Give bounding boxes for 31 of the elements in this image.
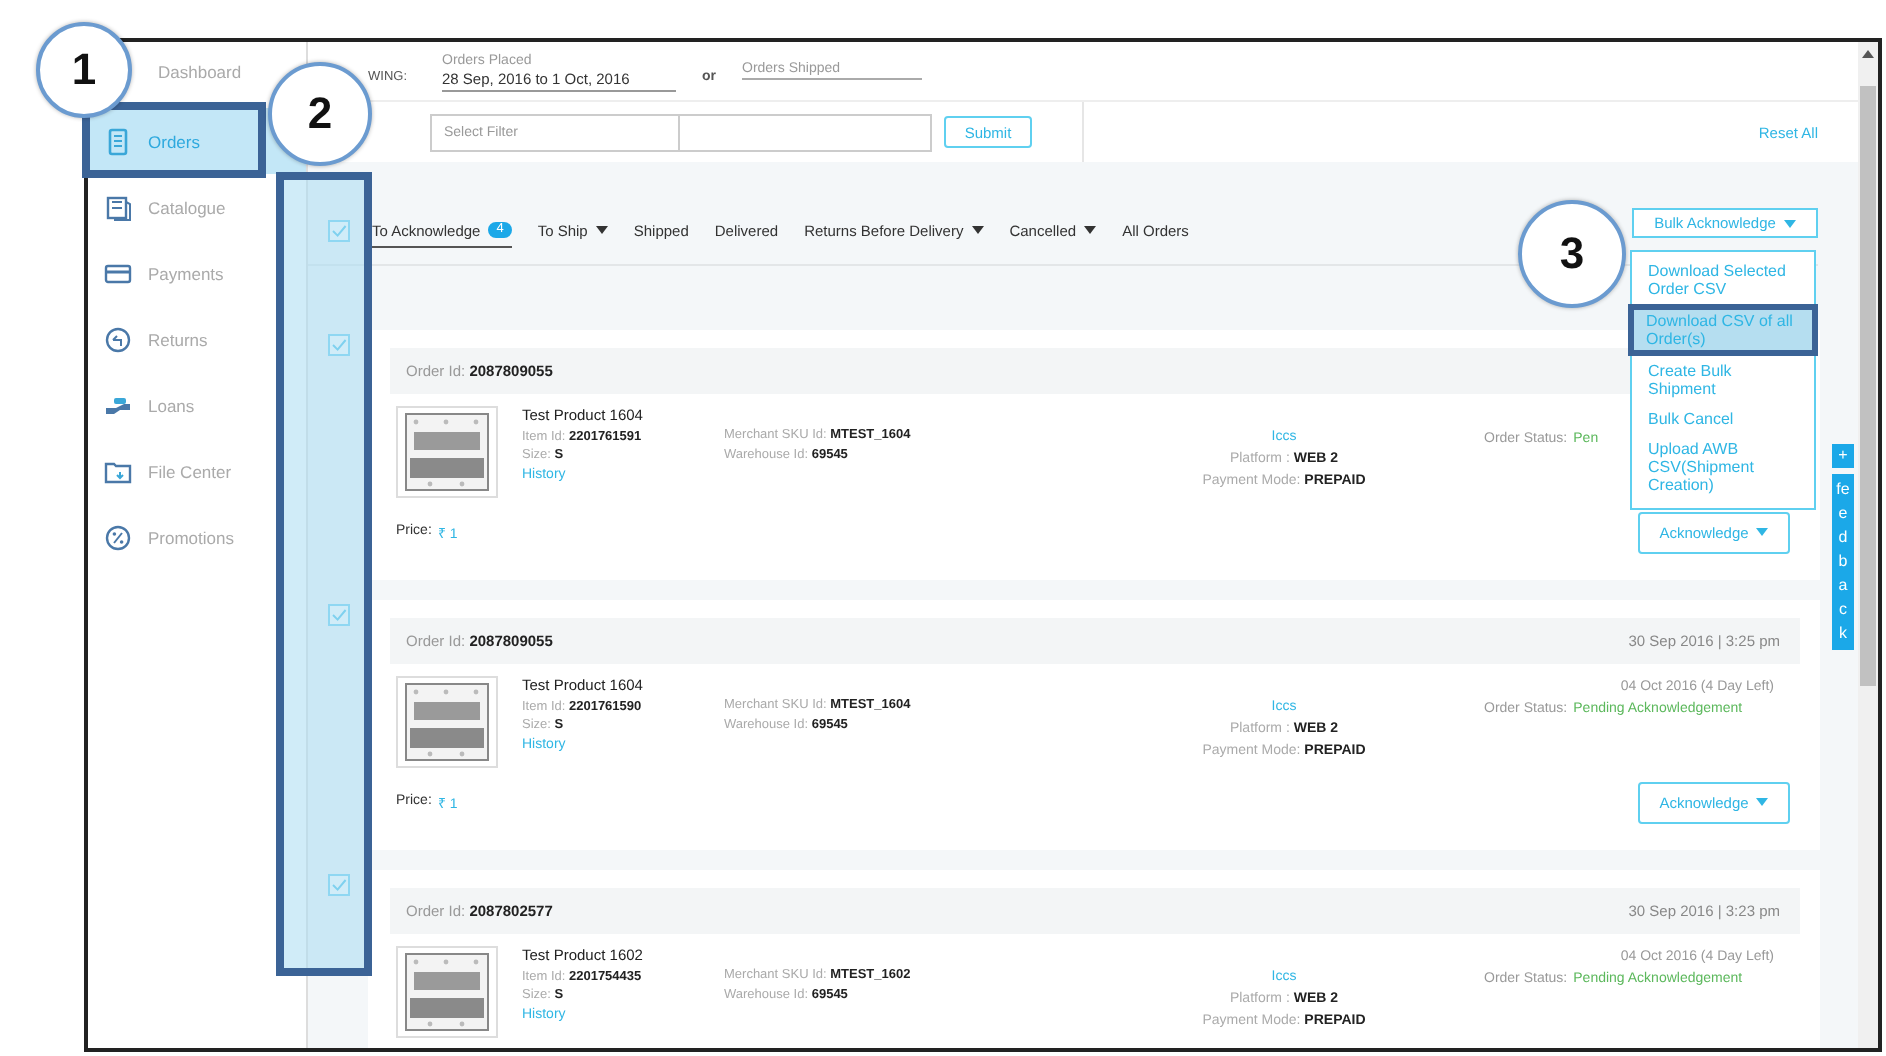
sidebar-item[interactable]: File Center (88, 438, 306, 504)
feedback-tab[interactable]: feedback (1832, 474, 1854, 650)
sidebar-item[interactable]: Catalogue (88, 174, 306, 240)
plus-button[interactable]: + (1832, 444, 1854, 468)
menu-item[interactable]: Download CSV of all Order(s) (1628, 304, 1818, 356)
scroll-up-icon[interactable] (1862, 50, 1874, 58)
filter-value-field[interactable] (680, 113, 932, 151)
menu-item[interactable]: Bulk Cancel (1632, 404, 1814, 434)
scrollbar[interactable] (1858, 42, 1878, 1048)
card-icon (104, 259, 132, 287)
caret-icon (1756, 798, 1769, 806)
sidebar-item[interactable]: Dashboard (136, 42, 250, 102)
sidebar-item[interactable]: Loans (88, 372, 306, 438)
menu-item[interactable]: Create Bulk Shipment (1632, 356, 1814, 404)
checkbox[interactable] (327, 334, 349, 356)
sidebar-item[interactable]: Returns (88, 306, 306, 372)
book-icon (104, 193, 132, 221)
clipboard-icon (104, 127, 132, 155)
scroll-thumb[interactable] (1860, 86, 1876, 686)
caret-icon (1756, 528, 1769, 536)
sidebar-item[interactable]: Payments (88, 240, 306, 306)
menu-item[interactable]: Download Selected Order CSV (1632, 256, 1814, 304)
callout-badge: 1 (36, 22, 132, 118)
percent-badge-icon (104, 523, 132, 551)
sidebar-item[interactable]: Promotions (88, 504, 306, 570)
folder-icon (104, 457, 132, 485)
menu-item[interactable]: Upload AWB CSV(Shipment Creation) (1632, 434, 1814, 500)
caret-icon (1783, 219, 1796, 227)
checkbox[interactable] (327, 604, 349, 626)
checkbox[interactable] (327, 220, 349, 242)
checkbox[interactable] (327, 874, 349, 896)
